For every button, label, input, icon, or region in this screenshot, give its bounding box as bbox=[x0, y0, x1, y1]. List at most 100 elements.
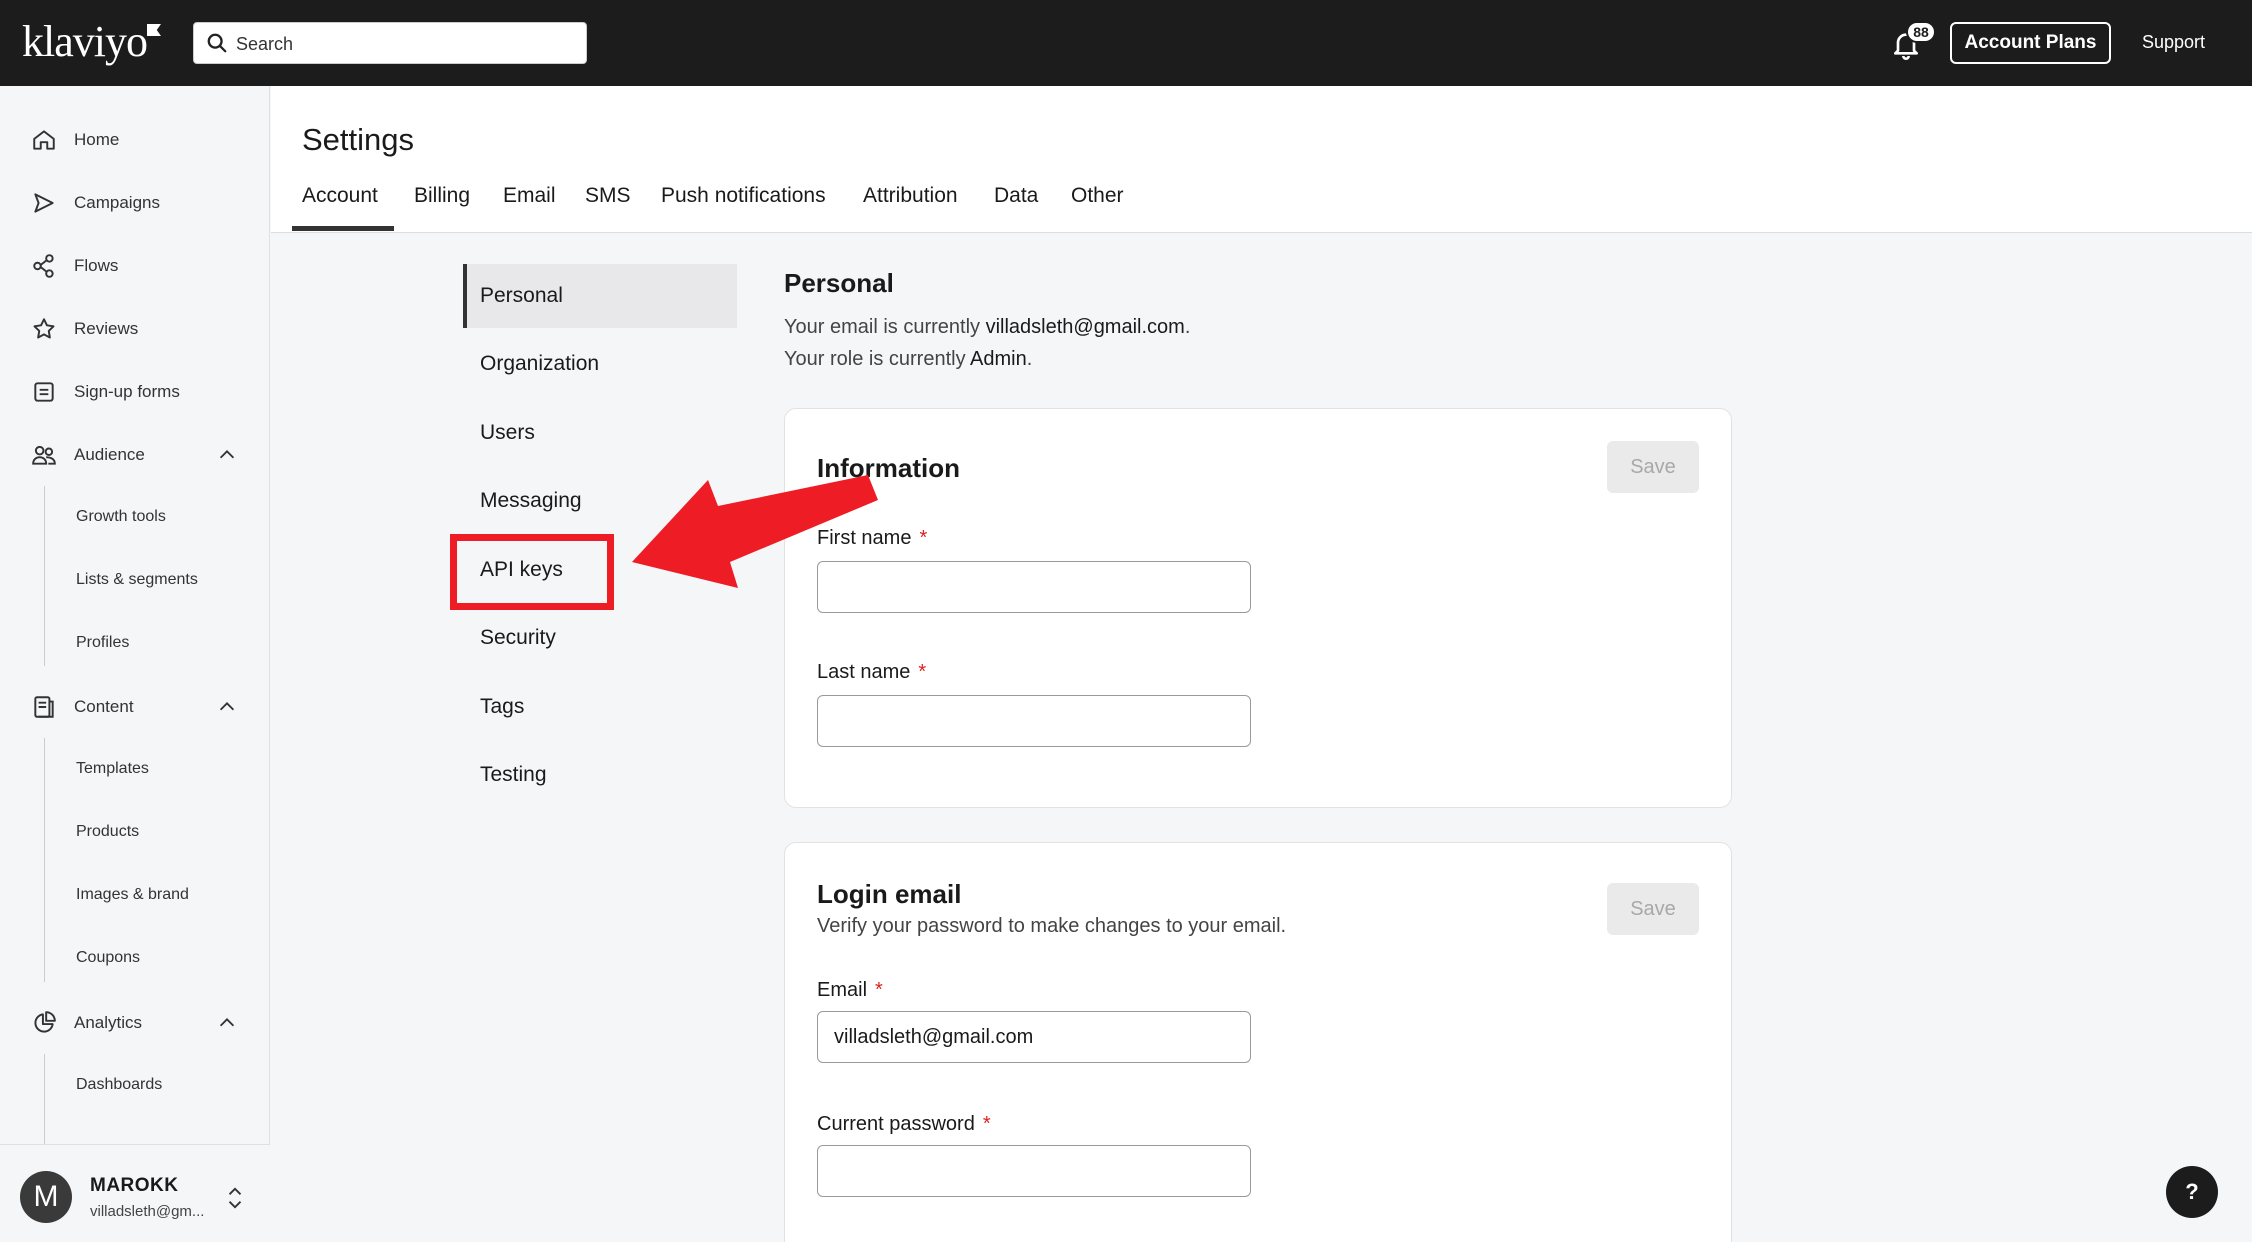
login-email-card: Login email Verify your password to make… bbox=[784, 842, 1732, 1242]
form-icon bbox=[30, 378, 58, 406]
role-info-suffix: . bbox=[1026, 348, 1033, 370]
sidebar-item-signup-forms[interactable]: Sign-up forms bbox=[30, 376, 180, 408]
last-name-field[interactable] bbox=[817, 695, 1251, 747]
settings-header: Settings Account Billing Email SMS Push … bbox=[271, 86, 2252, 233]
sidebar-item-reviews[interactable]: Reviews bbox=[30, 313, 138, 345]
sidebar-item-label: Content bbox=[74, 697, 134, 716]
sidebar-subitem-dashboards[interactable]: Dashboards bbox=[76, 1076, 162, 1094]
section-title: Personal bbox=[784, 268, 894, 298]
sidebar-subitem-growth-tools[interactable]: Growth tools bbox=[76, 508, 166, 526]
active-tab-indicator bbox=[292, 226, 394, 231]
email-field[interactable] bbox=[817, 1011, 1251, 1063]
red-arrow-icon bbox=[632, 475, 878, 588]
audience-sub-divider bbox=[44, 486, 45, 666]
flows-icon bbox=[30, 252, 58, 280]
api-keys-highlight-box bbox=[450, 534, 614, 610]
home-icon bbox=[30, 126, 58, 154]
subnav-messaging[interactable]: Messaging bbox=[480, 489, 582, 513]
account-plans-button[interactable]: Account Plans bbox=[1950, 22, 2111, 64]
subnav-organization[interactable]: Organization bbox=[480, 352, 599, 376]
chevron-up-icon[interactable] bbox=[216, 696, 238, 718]
tab-attribution[interactable]: Attribution bbox=[863, 184, 958, 208]
email-label-text: Email bbox=[817, 979, 868, 1001]
subnav-tags[interactable]: Tags bbox=[480, 695, 524, 719]
email-info-line: Your email is currently villadsleth@gmai… bbox=[784, 316, 1190, 339]
sidebar-item-campaigns[interactable]: Campaigns bbox=[30, 187, 160, 219]
help-button[interactable]: ? bbox=[2166, 1166, 2218, 1218]
page-title: Settings bbox=[302, 122, 415, 157]
tab-billing[interactable]: Billing bbox=[414, 184, 470, 208]
sidebar-item-label: Analytics bbox=[74, 1013, 143, 1032]
logo-text: klaviyo bbox=[22, 17, 148, 66]
email-info-suffix: . bbox=[1184, 316, 1191, 338]
analytics-icon bbox=[30, 1009, 58, 1037]
sidebar-subitem-lists-segments[interactable]: Lists & segments bbox=[76, 571, 198, 589]
tab-other[interactable]: Other bbox=[1071, 184, 1124, 208]
search-input[interactable] bbox=[236, 29, 576, 59]
chevron-updown-icon[interactable] bbox=[224, 1185, 246, 1211]
user-account-switcher[interactable]: M MAROKK villadsleth@gm... bbox=[0, 1144, 270, 1242]
content-icon bbox=[30, 693, 58, 721]
email-info-prefix: Your email is currently bbox=[784, 316, 986, 338]
top-bar: klaviyo 88 Account Plans Support bbox=[0, 0, 2252, 86]
search-icon bbox=[207, 33, 227, 53]
tab-account[interactable]: Account bbox=[302, 184, 378, 208]
login-save-button[interactable]: Save bbox=[1607, 883, 1699, 935]
current-password-field[interactable] bbox=[817, 1145, 1251, 1197]
sidebar-item-flows[interactable]: Flows bbox=[30, 250, 118, 282]
role-info-prefix: Your role is currently bbox=[784, 348, 971, 370]
login-card-description: Verify your password to make changes to … bbox=[817, 915, 1287, 937]
search-box[interactable] bbox=[193, 22, 587, 64]
sidebar-item-label: Reviews bbox=[74, 319, 139, 338]
subnav-users[interactable]: Users bbox=[480, 421, 535, 445]
email-info-value: villadsleth@gmail.com bbox=[985, 316, 1185, 338]
sidebar-subitem-coupons[interactable]: Coupons bbox=[76, 949, 140, 967]
information-card: Information Save First name * Last name * bbox=[784, 408, 1732, 808]
subnav-personal[interactable]: Personal bbox=[480, 284, 563, 308]
required-asterisk: * bbox=[982, 1113, 991, 1135]
support-link[interactable]: Support bbox=[2142, 32, 2205, 53]
chevron-up-icon[interactable] bbox=[216, 1012, 238, 1034]
tab-push-notifications[interactable]: Push notifications bbox=[661, 184, 826, 208]
klaviyo-logo[interactable]: klaviyo bbox=[22, 16, 161, 67]
sidebar-subitem-products[interactable]: Products bbox=[76, 823, 139, 841]
user-name: MAROKK bbox=[90, 1175, 179, 1196]
sidebar-subitem-profiles[interactable]: Profiles bbox=[76, 634, 129, 652]
login-card-title: Login email bbox=[817, 879, 962, 909]
logo-flag-icon bbox=[146, 24, 161, 36]
sidebar-subitem-images-brand[interactable]: Images & brand bbox=[76, 886, 189, 904]
chevron-up-icon[interactable] bbox=[216, 444, 238, 466]
subnav-testing[interactable]: Testing bbox=[480, 763, 547, 787]
user-email: villadsleth@gm... bbox=[90, 1203, 205, 1220]
tab-data[interactable]: Data bbox=[994, 184, 1038, 208]
notification-badge: 88 bbox=[1906, 21, 1936, 43]
required-asterisk: * bbox=[918, 661, 927, 683]
people-icon bbox=[30, 441, 58, 469]
role-info-line: Your role is currently Admin. bbox=[784, 348, 1032, 371]
sidebar-item-label: Home bbox=[74, 130, 120, 149]
avatar: M bbox=[20, 1171, 72, 1223]
sidebar-subitem-templates[interactable]: Templates bbox=[76, 760, 149, 778]
sidebar-item-home[interactable]: Home bbox=[30, 124, 119, 156]
sidebar-item-label: Audience bbox=[74, 445, 145, 464]
last-name-label: Last name * bbox=[817, 661, 926, 684]
sidebar: Home Campaigns Flows Reviews Sign-up for… bbox=[0, 86, 270, 1242]
send-icon bbox=[30, 189, 58, 217]
tab-email[interactable]: Email bbox=[503, 184, 556, 208]
sidebar-item-label: Campaigns bbox=[74, 193, 160, 212]
subnav-security[interactable]: Security bbox=[480, 626, 556, 650]
role-info-value: Admin bbox=[970, 348, 1027, 370]
tab-sms[interactable]: SMS bbox=[585, 184, 631, 208]
email-label: Email * bbox=[817, 979, 883, 1002]
information-save-button[interactable]: Save bbox=[1607, 441, 1699, 493]
first-name-field[interactable] bbox=[817, 561, 1251, 613]
last-name-label-text: Last name bbox=[817, 661, 911, 683]
current-password-label: Current password * bbox=[817, 1113, 991, 1136]
sidebar-item-content[interactable]: Content bbox=[30, 691, 134, 723]
sidebar-item-label: Sign-up forms bbox=[74, 382, 180, 401]
sidebar-item-audience[interactable]: Audience bbox=[30, 439, 145, 471]
sidebar-item-label: Flows bbox=[74, 256, 119, 275]
content-sub-divider bbox=[44, 738, 45, 982]
sidebar-item-analytics[interactable]: Analytics bbox=[30, 1007, 142, 1039]
password-label-text: Current password bbox=[817, 1113, 975, 1135]
